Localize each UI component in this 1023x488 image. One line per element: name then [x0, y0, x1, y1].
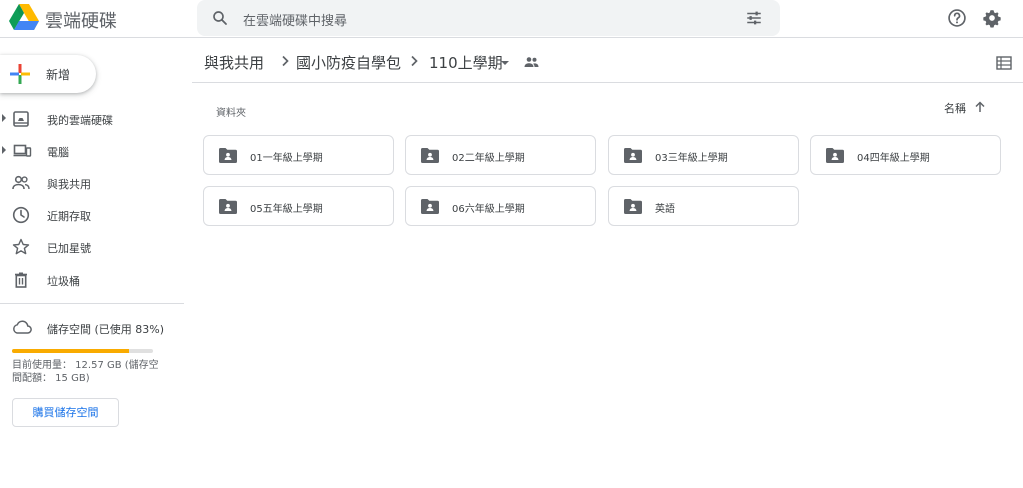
my-drive-icon	[13, 111, 29, 127]
sort-by-name-button[interactable]: 名稱	[944, 100, 966, 116]
folder-name: 06六年級上學期	[452, 204, 525, 215]
search-bar[interactable]: 在雲端硬碟中搜尋	[197, 0, 780, 36]
sidebar-item-label: 近期存取	[47, 210, 91, 223]
google-drive-logo[interactable]	[9, 4, 39, 31]
folder-card[interactable]: 04四年級上學期	[810, 135, 1001, 175]
sidebar-item-recent[interactable]: 近期存取	[0, 201, 184, 229]
folder-name: 01一年級上學期	[250, 153, 323, 164]
shared-folder-icon	[421, 199, 439, 214]
sidebar-item-computers[interactable]: 電腦	[0, 137, 184, 165]
folder-card[interactable]: 英語	[608, 186, 799, 226]
folder-name: 02二年級上學期	[452, 153, 525, 164]
trash-icon	[15, 272, 27, 288]
sidebar-item-label: 已加星號	[47, 242, 91, 255]
chevron-right-icon	[411, 55, 418, 67]
breadcrumb-item-current-folder[interactable]: 110上學期	[429, 52, 503, 73]
cloud-icon	[13, 320, 32, 334]
plus-icon	[10, 64, 30, 84]
sidebar-divider	[0, 303, 184, 304]
sidebar-item-my-drive[interactable]: 我的雲端硬碟	[0, 105, 184, 133]
shared-folder-icon	[219, 199, 237, 214]
folder-name: 04四年級上學期	[857, 153, 930, 164]
clock-icon	[12, 206, 30, 224]
new-button-label: 新增	[46, 68, 71, 82]
storage-usage-fill	[12, 349, 130, 353]
storage-usage-bar	[12, 349, 153, 353]
content-divider	[192, 82, 1023, 83]
shared-folder-icon	[624, 148, 642, 163]
breadcrumb-item-parent-folder[interactable]: 國小防疫自學包	[296, 52, 401, 73]
computer-icon	[13, 144, 32, 157]
shared-folder-icon	[826, 148, 844, 163]
shared-people-icon[interactable]	[524, 56, 539, 68]
folder-card[interactable]: 05五年級上學期	[203, 186, 394, 226]
help-icon[interactable]	[947, 8, 967, 28]
shared-folder-icon	[219, 148, 237, 163]
sidebar-item-label: 電腦	[47, 146, 69, 159]
sidebar-item-starred[interactable]: 已加星號	[0, 233, 184, 261]
chevron-right-icon	[282, 55, 289, 67]
top-bar: 雲端硬碟 在雲端硬碟中搜尋	[0, 0, 1023, 38]
shared-folder-icon	[624, 199, 642, 214]
folder-name: 05五年級上學期	[250, 204, 323, 215]
chevron-down-icon[interactable]	[501, 61, 509, 65]
sidebar-item-label: 垃圾桶	[47, 275, 80, 288]
folder-card[interactable]: 03三年級上學期	[608, 135, 799, 175]
gear-icon[interactable]	[982, 8, 1002, 28]
list-view-icon[interactable]	[996, 56, 1012, 70]
drive-window: 雲端硬碟 在雲端硬碟中搜尋 新增 我的雲端硬碟 電腦 與我共用 近期存取 已加星…	[0, 0, 1023, 488]
storage-usage-text: 目前使用量： 12.57 GB (儲存空間配額： 15 GB)	[12, 360, 159, 384]
folder-card[interactable]: 06六年級上學期	[405, 186, 596, 226]
sidebar-item-label: 與我共用	[47, 178, 91, 191]
star-icon	[12, 238, 30, 255]
sidebar-item-shared-with-me[interactable]: 與我共用	[0, 169, 184, 197]
sort-ascending-arrow-icon[interactable]	[974, 101, 986, 113]
sidebar-item-label: 我的雲端硬碟	[47, 114, 113, 127]
expand-caret-icon[interactable]	[2, 146, 6, 154]
folder-name: 英語	[655, 204, 675, 215]
new-button[interactable]: 新增	[0, 55, 96, 93]
search-icon[interactable]	[211, 9, 229, 27]
folder-card[interactable]: 02二年級上學期	[405, 135, 596, 175]
folders-section-label: 資料夾	[216, 108, 246, 119]
folder-card[interactable]: 01一年級上學期	[203, 135, 394, 175]
shared-people-icon	[12, 175, 30, 190]
expand-caret-icon[interactable]	[2, 114, 6, 122]
breadcrumb-item-shared-with-me[interactable]: 與我共用	[204, 52, 264, 73]
sidebar-item-storage[interactable]: 儲存空間 (已使用 83%)	[0, 314, 184, 340]
buy-storage-button[interactable]: 購買儲存空間	[12, 398, 119, 427]
shared-folder-icon	[421, 148, 439, 163]
folder-name: 03三年級上學期	[655, 153, 728, 164]
app-title[interactable]: 雲端硬碟	[45, 7, 117, 33]
storage-label: 儲存空間 (已使用 83%)	[47, 323, 165, 336]
search-input[interactable]: 在雲端硬碟中搜尋	[243, 10, 347, 29]
search-options-icon[interactable]	[745, 9, 763, 27]
sidebar-item-trash[interactable]: 垃圾桶	[0, 266, 184, 294]
